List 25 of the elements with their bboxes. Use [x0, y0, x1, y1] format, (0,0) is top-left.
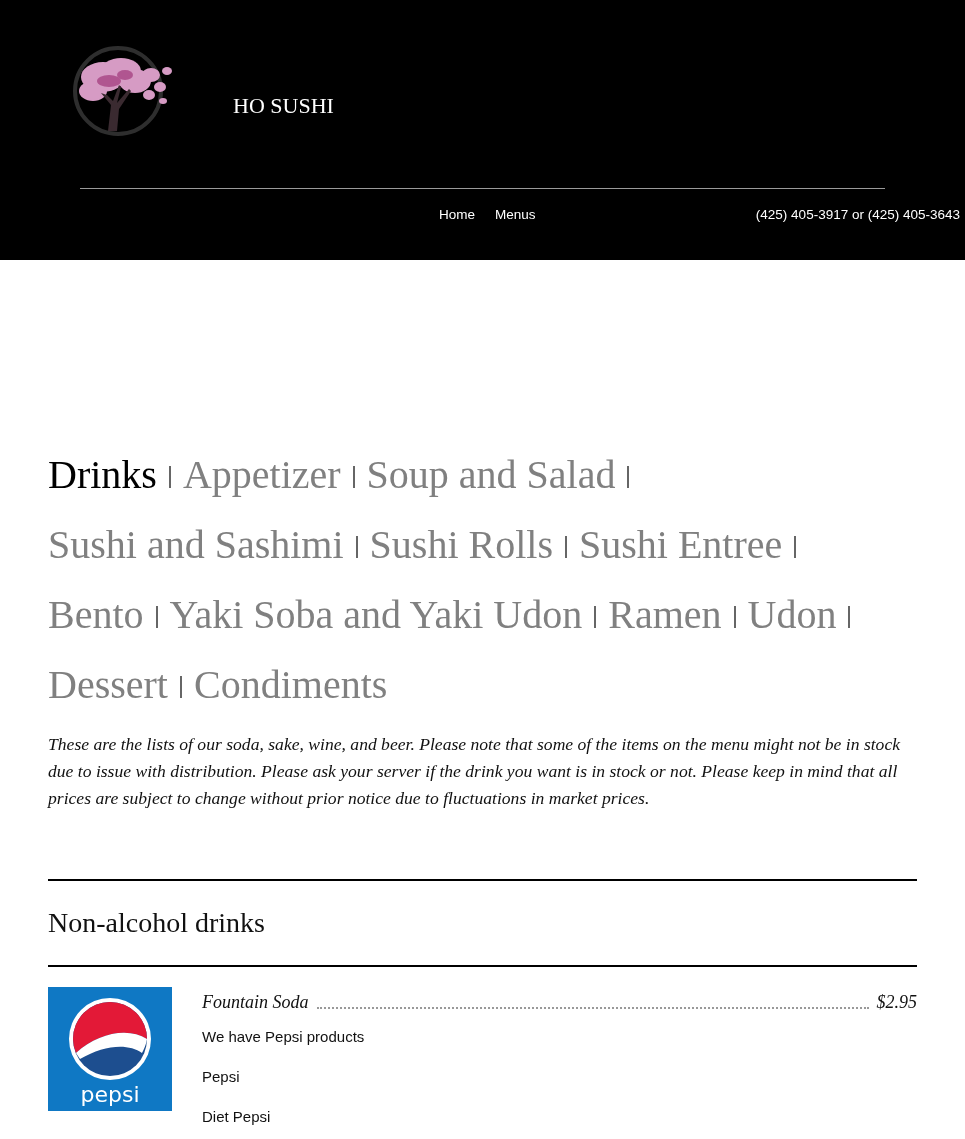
category-link[interactable]: Appetizer — [182, 452, 341, 498]
globe-logo-icon — [68, 997, 152, 1081]
phone-numbers: (425) 405-3917 or (425) 405-3643 — [755, 205, 960, 224]
category-link[interactable]: Udon — [747, 592, 837, 638]
category-link[interactable]: Sushi Entree — [579, 522, 783, 568]
category-link[interactable]: Condiments — [193, 662, 388, 708]
nav-link[interactable]: Menus — [495, 204, 536, 226]
category-link[interactable]: Ramen — [608, 592, 722, 638]
category-link[interactable]: Sushi and Sashimi — [48, 522, 344, 568]
category-link[interactable]: Bento — [48, 592, 144, 638]
item-description: We have Pepsi products — [202, 1027, 366, 1047]
category-link[interactable]: Dessert — [48, 662, 168, 708]
category-link[interactable]: Drinks — [48, 452, 157, 498]
brand-name: HO SUSHI — [233, 93, 334, 119]
item-price: $2.95 — [876, 991, 917, 1013]
drink-option: Diet Pepsi — [202, 1107, 917, 1127]
nav-link[interactable]: Home — [439, 204, 475, 226]
category-link[interactable]: Soup and Salad — [366, 452, 616, 498]
item-name: Fountain Soda — [202, 991, 309, 1013]
logo-wordmark: pepsi — [80, 1083, 140, 1107]
category-link[interactable]: Yaki Soba and Yaki Udon — [169, 592, 583, 638]
section-heading: Non-alcohol drinks — [48, 906, 266, 940]
category-link[interactable]: Sushi Rolls — [369, 522, 553, 568]
drink-option: Pepsi — [202, 1067, 917, 1087]
intro-paragraph: These are the lists of our soda, sake, wine, and beer. Please note that some of the items on the menu might not be in stock due to issue with distribution. Please ask your server if the drink you want is in stock or not. Please keep in mind that all prices are subject to change without prior notice due to fluctuations in market prices. — [48, 733, 902, 810]
